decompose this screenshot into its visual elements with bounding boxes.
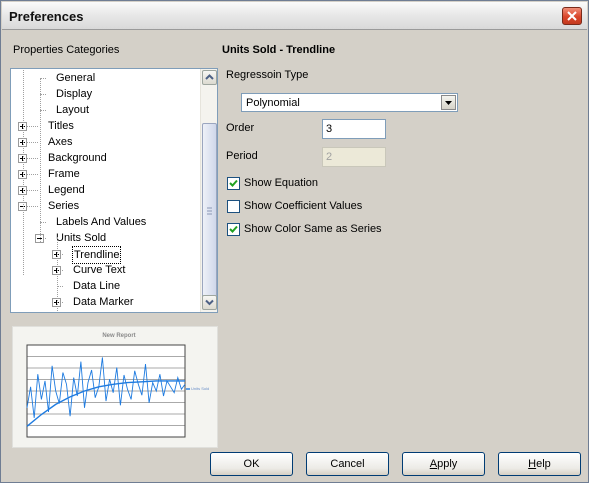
help-label-rest: elp [536, 458, 551, 470]
apply-label-rest: pply [437, 458, 458, 470]
checkbox[interactable] [227, 177, 240, 190]
checkmark-icon [229, 225, 238, 233]
tree-item-label: Background [48, 152, 107, 164]
dropdown-arrow-icon [445, 101, 452, 105]
tree-guide-line [57, 237, 58, 312]
tree-item-label: Legend [48, 184, 85, 196]
period-label: Period [226, 150, 258, 162]
dropdown-button[interactable] [441, 95, 456, 110]
tree-item-label: Data Marker [73, 296, 134, 308]
tree-item-label: Layout [56, 104, 90, 116]
preferences-dialog: Preferences Properties Categories Genera… [0, 0, 589, 483]
help-accel: H [528, 458, 537, 470]
tree-item-label: Axes [48, 136, 73, 148]
cancel-button[interactable]: Cancel [306, 452, 389, 476]
period-input [323, 148, 385, 166]
checkbox-label: Show Color Same as Series [244, 223, 382, 235]
checkbox-label: Show Coefficient Values [244, 200, 363, 212]
tree-item-label: Labels And Values [56, 216, 147, 228]
order-input[interactable] [323, 120, 385, 138]
scroll-down-button[interactable] [202, 295, 217, 310]
regression-type-value: Polynomial [246, 97, 300, 109]
categories-tree[interactable]: General Display Layout Titles Axes Background… [10, 68, 218, 313]
checkbox-label: Show Equation [244, 177, 318, 189]
tree-item[interactable]: Data Marker [11, 294, 199, 310]
scroll-thumb[interactable] [202, 123, 217, 299]
help-button[interactable]: Help [498, 452, 581, 476]
window-title: Preferences [9, 9, 84, 24]
tree-item-label: Data Line [73, 280, 121, 292]
tree-item-label: General [56, 72, 96, 84]
preview-title: New Report [102, 333, 135, 339]
tree-item[interactable]: Trendline [11, 246, 199, 264]
tree-scrollbar[interactable] [200, 69, 217, 312]
tree-item-label: Series [48, 200, 80, 212]
preview-chart-image: New Report Units Sold [26, 333, 209, 438]
preview-legend: Units Sold [191, 386, 209, 391]
tree-item-label: Units Sold [56, 232, 107, 244]
grip-icon [207, 207, 212, 215]
checkbox[interactable] [227, 200, 240, 213]
tree-item-label: Frame [48, 168, 80, 180]
order-field[interactable] [322, 119, 386, 139]
close-button[interactable] [562, 7, 582, 25]
tree-item-label: Titles [48, 120, 74, 132]
section-heading: Units Sold - Trendline [222, 44, 336, 56]
tree-item[interactable]: Curve Text [11, 262, 199, 278]
checkmark-icon [229, 179, 238, 187]
checkbox[interactable] [227, 223, 240, 236]
chevron-down-icon [205, 299, 214, 306]
chevron-up-icon [205, 74, 214, 80]
tree-item-label: Curve Text [73, 264, 126, 276]
scroll-up-button[interactable] [202, 70, 217, 85]
close-icon [567, 11, 577, 21]
tree-guide-line [23, 70, 24, 275]
tree-item-label: Display [56, 88, 93, 100]
period-field [322, 147, 386, 167]
chart-preview: New Report Units Sold [12, 326, 218, 448]
tree-guide-line [40, 78, 41, 242]
ok-button[interactable]: OK [210, 452, 293, 476]
apply-button[interactable]: Apply [402, 452, 485, 476]
regression-type-select[interactable]: Polynomial [241, 93, 458, 112]
order-label: Order [226, 122, 255, 134]
properties-categories-label: Properties Categories [13, 44, 120, 56]
tree-item[interactable]: Data Line [11, 278, 199, 294]
apply-accel: A [429, 458, 438, 470]
regression-type-label: Regressoin Type [226, 69, 309, 81]
title-bar[interactable]: Preferences [2, 2, 587, 30]
